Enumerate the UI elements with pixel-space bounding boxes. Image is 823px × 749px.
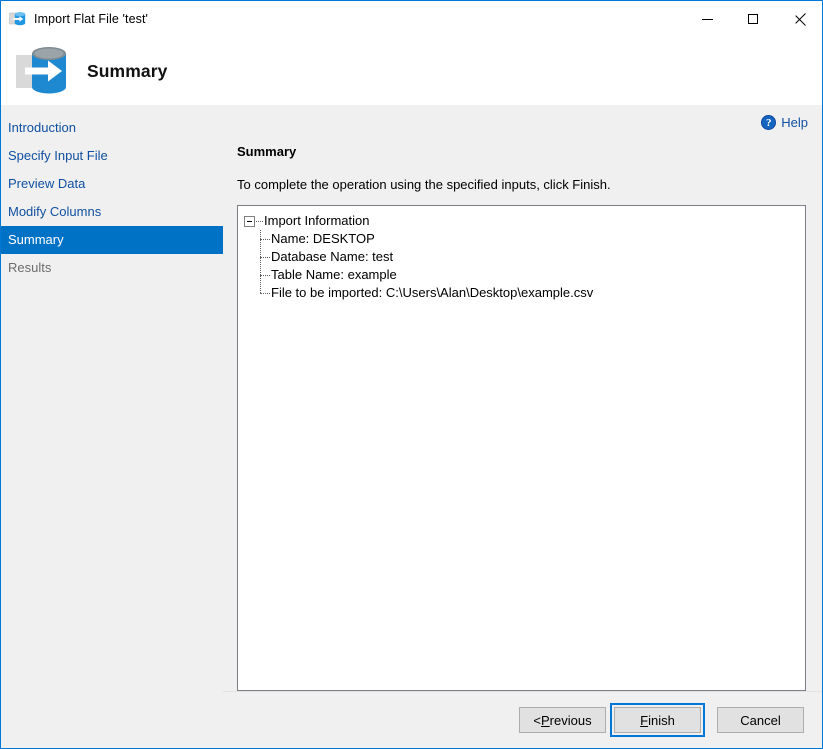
import-flat-file-dialog: Import Flat File 'test' [0,0,823,749]
tree-item-label: Name: DESKTOP [271,230,375,248]
tree-item-name[interactable]: Name: DESKTOP [255,230,801,248]
tree-item-database-name[interactable]: Database Name: test [255,248,801,266]
tree-connector-icon [260,266,271,284]
close-icon [794,14,805,25]
tree-item-label: Database Name: test [271,248,393,266]
content-pane: ? Help Summary To complete the operation… [223,105,822,748]
tree-connector-icon [260,230,271,248]
previous-accel: P [541,713,550,728]
tree-children: Name: DESKTOP Database Name: test Table … [255,230,801,302]
window-title: Import Flat File 'test' [34,11,148,27]
sidebar-item-specify-input-file[interactable]: Specify Input File [1,142,223,170]
sidebar-item-introduction[interactable]: Introduction [1,114,223,142]
wizard-step-list: Introduction Specify Input File Preview … [1,105,223,748]
finish-button-wrap: Finish [610,703,705,737]
finish-rest: inish [648,713,675,728]
database-import-icon [9,10,27,28]
tree-connector-icon [260,248,271,266]
section-heading: Summary [237,144,822,159]
import-information-tree[interactable]: Import Information Name: DESKTOP Databas… [237,205,806,691]
tree-root-node[interactable]: Import Information [244,212,801,230]
maximize-button[interactable] [730,1,776,37]
previous-rest: revious [550,713,592,728]
section-description: To complete the operation using the spec… [237,177,822,192]
title-bar: Import Flat File 'test' [1,1,822,37]
cancel-button[interactable]: Cancel [717,707,804,733]
tree-connector-icon [255,212,264,230]
sidebar-item-summary[interactable]: Summary [1,226,223,254]
database-import-icon [15,43,73,99]
window-controls [684,1,822,37]
minimize-button[interactable] [684,1,730,37]
tree-item-table-name[interactable]: Table Name: example [255,266,801,284]
finish-accel: F [640,713,648,728]
sidebar-item-preview-data[interactable]: Preview Data [1,170,223,198]
tree-item-label: File to be imported: C:\Users\Alan\Deskt… [271,284,593,302]
tree-root-label: Import Information [264,212,370,230]
tree-item-label: Table Name: example [271,266,397,284]
finish-button[interactable]: Finish [614,707,701,733]
sidebar-item-results: Results [1,254,223,282]
maximize-icon [748,14,758,24]
help-link[interactable]: ? Help [761,115,808,130]
question-mark-circle-icon: ? [761,115,776,130]
close-button[interactable] [776,1,822,37]
previous-button[interactable]: < Previous [519,707,606,733]
dialog-footer: < Previous Finish Cancel [223,691,822,748]
tree-connector-icon [260,284,271,302]
help-row: ? Help [223,105,822,135]
minimize-icon [702,19,713,20]
cancel-label: Cancel [740,713,780,728]
collapse-minus-icon[interactable] [244,216,255,227]
page-title: Summary [87,61,167,82]
page-header: Summary [1,37,822,105]
previous-button-wrap: < Previous [507,703,610,737]
tree-item-file-to-be-imported[interactable]: File to be imported: C:\Users\Alan\Deskt… [255,284,801,302]
dialog-body: Introduction Specify Input File Preview … [1,105,822,748]
sidebar-item-modify-columns[interactable]: Modify Columns [1,198,223,226]
help-label: Help [781,115,808,130]
cancel-button-wrap: Cancel [705,703,808,737]
previous-prefix: < [533,713,541,728]
